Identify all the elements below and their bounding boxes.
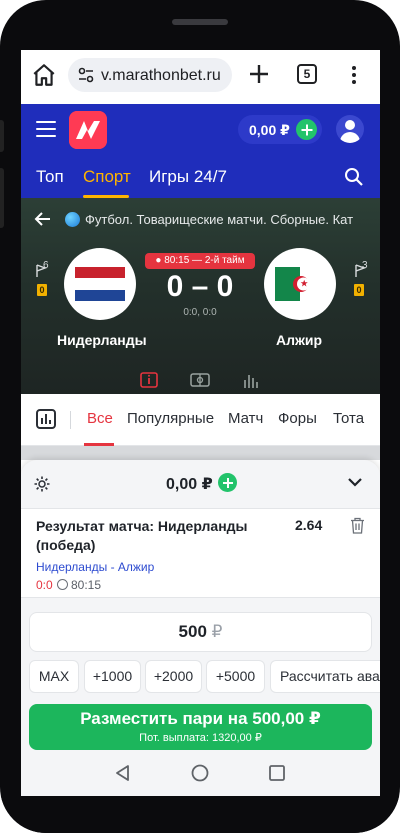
balance-button[interactable]: 0,00 ₽ <box>238 115 322 144</box>
away-team-flag[interactable] <box>264 248 336 320</box>
clock-icon <box>57 579 68 590</box>
statistics-icon[interactable] <box>36 409 56 429</box>
browser-menu-icon[interactable] <box>347 63 361 87</box>
coupon-balance: 0,00 ₽ <box>166 476 213 493</box>
stake-plus-1000-chip[interactable]: +1000 <box>84 660 141 693</box>
match-header: Футбол. Товарищеские матчи. Сборные. Кат… <box>21 198 380 394</box>
phone-frame: v.marathonbet.ru 5 0,00 ₽ Топ Спорт Игры… <box>0 0 400 833</box>
search-icon[interactable] <box>344 167 364 187</box>
home-team-flag[interactable] <box>64 248 136 320</box>
gear-icon[interactable] <box>33 475 51 493</box>
breadcrumb[interactable]: Футбол. Товарищеские матчи. Сборные. Кат <box>85 212 353 227</box>
info-icon[interactable] <box>139 370 159 390</box>
tab-divider <box>70 411 71 429</box>
bet-selection-card: Результат матча: Нидерланды (победа) 2.6… <box>21 508 380 598</box>
backdrop <box>21 446 380 460</box>
tab-totals[interactable]: Тота <box>333 410 364 427</box>
home-team-name: Нидерланды <box>57 332 147 348</box>
calculate-stake-chip[interactable]: Рассчитать ава <box>270 660 380 693</box>
stake-plus-5000-chip[interactable]: +5000 <box>206 660 265 693</box>
back-arrow-icon[interactable] <box>34 210 52 228</box>
away-corner-count: 3 <box>362 260 368 271</box>
home-circle-icon[interactable] <box>190 763 210 783</box>
balance-amount: 0,00 ₽ <box>249 122 290 138</box>
place-bet-label: Разместить пари на 500,00 ₽ <box>80 709 321 728</box>
deposit-plus-icon[interactable] <box>218 473 237 492</box>
site-header: 0,00 ₽ <box>21 104 380 156</box>
stake-max-chip[interactable]: MAX <box>29 660 79 693</box>
tab-match[interactable]: Матч <box>228 410 263 427</box>
algeria-flag-icon <box>275 267 325 301</box>
stake-input[interactable]: 500 ₽ <box>29 612 372 652</box>
netherlands-flag-icon <box>75 267 125 301</box>
site-settings-icon[interactable] <box>77 66 95 84</box>
screen: v.marathonbet.ru 5 0,00 ₽ Топ Спорт Игры… <box>21 50 380 796</box>
url-text: v.marathonbet.ru <box>101 67 221 84</box>
bet-odds: 2.64 <box>295 517 323 533</box>
browser-toolbar: v.marathonbet.ru 5 <box>21 50 380 104</box>
market-tabs: Все Популярные Матч Форы Тота <box>21 394 380 446</box>
tab-handicaps[interactable]: Форы <box>278 410 317 427</box>
nav-item-games[interactable]: Игры 24/7 <box>149 167 227 187</box>
bet-slip: 0,00 ₽ Результат матча: Нидерланды (побе… <box>21 460 380 796</box>
system-navigation-bar <box>21 750 380 796</box>
stake-value: 500 <box>178 622 207 641</box>
back-triangle-icon[interactable] <box>113 763 133 783</box>
address-bar[interactable]: v.marathonbet.ru <box>68 58 232 92</box>
match-view-switcher <box>21 364 380 396</box>
bet-event-link[interactable]: Нидерланды - Алжир <box>36 560 154 574</box>
field-icon[interactable] <box>190 370 210 390</box>
stake-currency: ₽ <box>211 622 223 641</box>
deposit-plus-icon[interactable] <box>296 119 317 140</box>
match-score: 0 – 0 <box>166 270 234 303</box>
new-tab-icon[interactable] <box>247 62 271 86</box>
home-corner-count: 6 <box>43 260 49 271</box>
place-bet-button[interactable]: Разместить пари на 500,00 ₽ Пот. выплата… <box>29 704 372 750</box>
profile-avatar[interactable] <box>336 115 364 143</box>
nav-item-sport[interactable]: Спорт <box>83 167 131 187</box>
volume-button <box>0 168 4 228</box>
home-yellow-card: 0 <box>37 284 47 296</box>
stake-plus-2000-chip[interactable]: +2000 <box>145 660 202 693</box>
chevron-down-icon[interactable] <box>347 476 363 488</box>
volume-button <box>0 120 4 152</box>
speaker-grille <box>172 19 228 25</box>
away-yellow-card: 0 <box>354 284 364 296</box>
bet-event-score: 0:0 <box>36 578 53 592</box>
bet-market-title: Результат матча: Нидерланды (победа) <box>36 518 248 553</box>
live-status-badge: ● 80:15 — 2-й тайм <box>145 253 255 269</box>
nav-item-top[interactable]: Топ <box>36 167 64 187</box>
stats-bars-icon[interactable] <box>241 370 261 390</box>
marathonbet-logo[interactable] <box>69 111 107 149</box>
tab-switcher-button[interactable]: 5 <box>297 64 317 84</box>
main-nav: Топ Спорт Игры 24/7 <box>21 156 380 198</box>
globe-icon <box>65 212 80 227</box>
bet-event-time: 80:15 <box>71 578 102 592</box>
tab-all[interactable]: Все <box>87 410 113 427</box>
away-team-name: Алжир <box>276 332 323 348</box>
match-subscore: 0:0, 0:0 <box>183 307 217 318</box>
home-icon[interactable] <box>31 62 57 88</box>
trash-icon[interactable] <box>350 517 365 534</box>
tab-popular[interactable]: Популярные <box>127 410 214 427</box>
menu-icon[interactable] <box>36 121 56 137</box>
potential-payout: Пот. выплата: 1320,00 ₽ <box>139 732 262 744</box>
recents-square-icon[interactable] <box>267 763 287 783</box>
bottom-bezel <box>0 796 400 833</box>
